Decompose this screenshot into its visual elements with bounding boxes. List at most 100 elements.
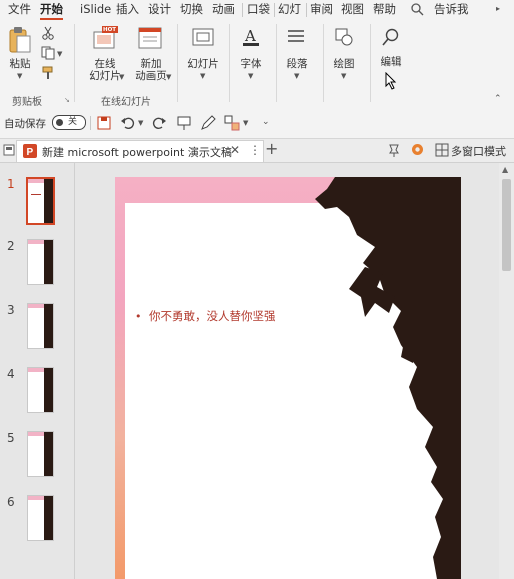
slide-number: 1 — [7, 177, 15, 191]
menu-separator — [242, 3, 243, 17]
slide-thumbnail[interactable] — [27, 431, 54, 477]
menu-tab-view[interactable]: 视图 — [341, 0, 364, 20]
shapes-icon[interactable] — [224, 115, 240, 134]
ribbon-scroll-right-icon[interactable]: ▸ — [496, 4, 500, 13]
paragraph-label[interactable]: 段落 — [278, 58, 316, 70]
menu-tab-home[interactable]: 开始 — [40, 0, 63, 20]
group-separator — [370, 24, 371, 102]
editing-label[interactable]: 编辑 — [372, 56, 410, 68]
menu-tab-review[interactable]: 审阅 — [310, 0, 333, 20]
thumb-tree — [44, 496, 53, 540]
editing-search-icon[interactable] — [381, 27, 401, 50]
tab-list-icon[interactable] — [3, 144, 15, 159]
slide-number: 5 — [7, 431, 15, 445]
slide-text[interactable]: 你不勇敢，没人替你坚强 — [149, 308, 276, 324]
clipboard-group-label: 剪贴板 — [12, 97, 42, 108]
new-animation-page-dropdown-icon[interactable]: ▼ — [166, 73, 171, 81]
toggle-state: 关 — [68, 117, 78, 127]
slide-number: 6 — [7, 495, 15, 509]
shapes-dropdown-icon[interactable]: ▼ — [243, 119, 248, 127]
svg-text:A: A — [244, 27, 256, 45]
document-tab[interactable]: P 新建 microsoft powerpoint 演示文稿 ✕ ⋮ — [16, 140, 264, 162]
slide-thumbnail-panel: 1 2 3 4 5 6 — [0, 163, 75, 579]
settings-gear-icon[interactable] — [410, 142, 425, 160]
customize-qat-icon[interactable]: ⌄ — [262, 117, 270, 127]
slide-thumbnail[interactable] — [26, 177, 55, 225]
slide-number: 2 — [7, 239, 15, 253]
new-tab-icon[interactable]: + — [265, 139, 278, 158]
thumb-tree — [44, 304, 53, 348]
thumb-tree — [44, 240, 53, 284]
slide-thumbnail[interactable] — [27, 239, 54, 285]
menu-tab-islide[interactable]: iSlide — [80, 0, 111, 20]
format-painter-icon[interactable] — [42, 66, 56, 83]
menu-tab-design[interactable]: 设计 — [148, 0, 171, 20]
drawing-dropdown-icon[interactable]: ▼ — [341, 72, 346, 80]
current-slide[interactable]: • 你不勇敢，没人替你坚强 — [115, 177, 461, 579]
tab-more-icon[interactable]: ⋮ — [249, 143, 261, 157]
undo-icon[interactable] — [120, 115, 136, 134]
lightbulb-search-icon[interactable] — [410, 2, 424, 19]
thumb-tree — [44, 432, 53, 476]
toggle-knob — [56, 119, 63, 126]
copy-dropdown-icon[interactable]: ▼ — [57, 50, 62, 58]
group-separator — [323, 24, 324, 102]
autosave-toggle[interactable]: 关 — [52, 115, 86, 130]
paragraph-dropdown-icon[interactable]: ▼ — [294, 72, 299, 80]
menu-separator — [306, 3, 307, 17]
online-slides-group-label: 在线幻灯片 — [101, 97, 151, 108]
menu-bar: 文件 开始 iSlide 插入 设计 切换 动画 口袋 幻灯 审阅 视图 帮助 … — [0, 0, 514, 20]
save-icon[interactable] — [97, 116, 111, 133]
qat-separator — [90, 116, 91, 130]
thumb-tree — [44, 179, 53, 223]
menu-tab-file[interactable]: 文件 — [8, 0, 31, 20]
scrollbar-thumb[interactable] — [502, 179, 511, 271]
online-slides-dropdown-icon[interactable]: ▼ — [119, 73, 124, 81]
close-tab-icon[interactable]: ✕ — [230, 143, 240, 157]
thumb-text-line — [31, 194, 41, 195]
drawing-icon[interactable] — [334, 27, 354, 50]
menu-tab-slides-plugin[interactable]: 幻灯 — [278, 0, 301, 20]
new-animation-page-icon[interactable] — [138, 26, 164, 55]
multiwindow-icon[interactable] — [435, 143, 449, 160]
thumb-tree — [44, 368, 53, 412]
slides-label[interactable]: 幻灯片 — [183, 58, 223, 70]
scroll-up-icon[interactable]: ▲ — [502, 165, 508, 174]
multiwindow-label[interactable]: 多窗口模式 — [451, 143, 506, 159]
powerpoint-file-icon: P — [23, 144, 37, 161]
document-tab-bar: P 新建 microsoft powerpoint 演示文稿 ✕ ⋮ + 多窗口… — [0, 139, 514, 163]
menu-tab-help[interactable]: 帮助 — [373, 0, 396, 20]
clipboard-launcher-icon[interactable]: ↘ — [64, 96, 70, 104]
paste-dropdown-icon[interactable]: ▼ — [17, 72, 22, 80]
copy-icon[interactable] — [41, 46, 55, 63]
paragraph-icon[interactable] — [286, 28, 306, 49]
font-dropdown-icon[interactable]: ▼ — [248, 72, 253, 80]
menu-tab-insert[interactable]: 插入 — [116, 0, 139, 20]
menu-tab-transitions[interactable]: 切换 — [180, 0, 203, 20]
mouse-cursor-icon — [385, 71, 397, 93]
paste-label[interactable]: 粘贴 — [8, 58, 32, 70]
redo-icon[interactable] — [151, 115, 167, 134]
present-icon[interactable] — [176, 115, 192, 134]
pen-draw-icon[interactable] — [200, 115, 216, 134]
drawing-label[interactable]: 绘图 — [325, 58, 363, 70]
slides-icon[interactable] — [192, 28, 214, 51]
vertical-scrollbar[interactable]: ▲ — [499, 163, 514, 579]
font-label[interactable]: 字体 — [232, 58, 270, 70]
menu-tab-pocket[interactable]: 口袋 — [247, 0, 270, 20]
slide-thumbnail[interactable] — [27, 367, 54, 413]
slides-dropdown-icon[interactable]: ▼ — [200, 72, 205, 80]
autosave-label: 自动保存 — [4, 118, 46, 130]
slide-thumbnail[interactable] — [27, 495, 54, 541]
menu-tab-animations[interactable]: 动画 — [212, 0, 235, 20]
paste-icon[interactable] — [8, 26, 32, 59]
font-icon[interactable]: A — [240, 26, 262, 51]
group-separator — [74, 24, 75, 102]
undo-dropdown-icon[interactable]: ▼ — [138, 119, 143, 127]
pin-window-icon[interactable] — [387, 143, 401, 160]
cut-icon[interactable] — [42, 26, 54, 43]
quick-access-toolbar: 自动保存 关 ▼ ▼ ⌄ — [0, 108, 514, 139]
collapse-ribbon-icon[interactable]: ⌃ — [494, 94, 502, 104]
slide-thumbnail[interactable] — [27, 303, 54, 349]
tell-me-input[interactable]: 告诉我 — [434, 0, 469, 20]
